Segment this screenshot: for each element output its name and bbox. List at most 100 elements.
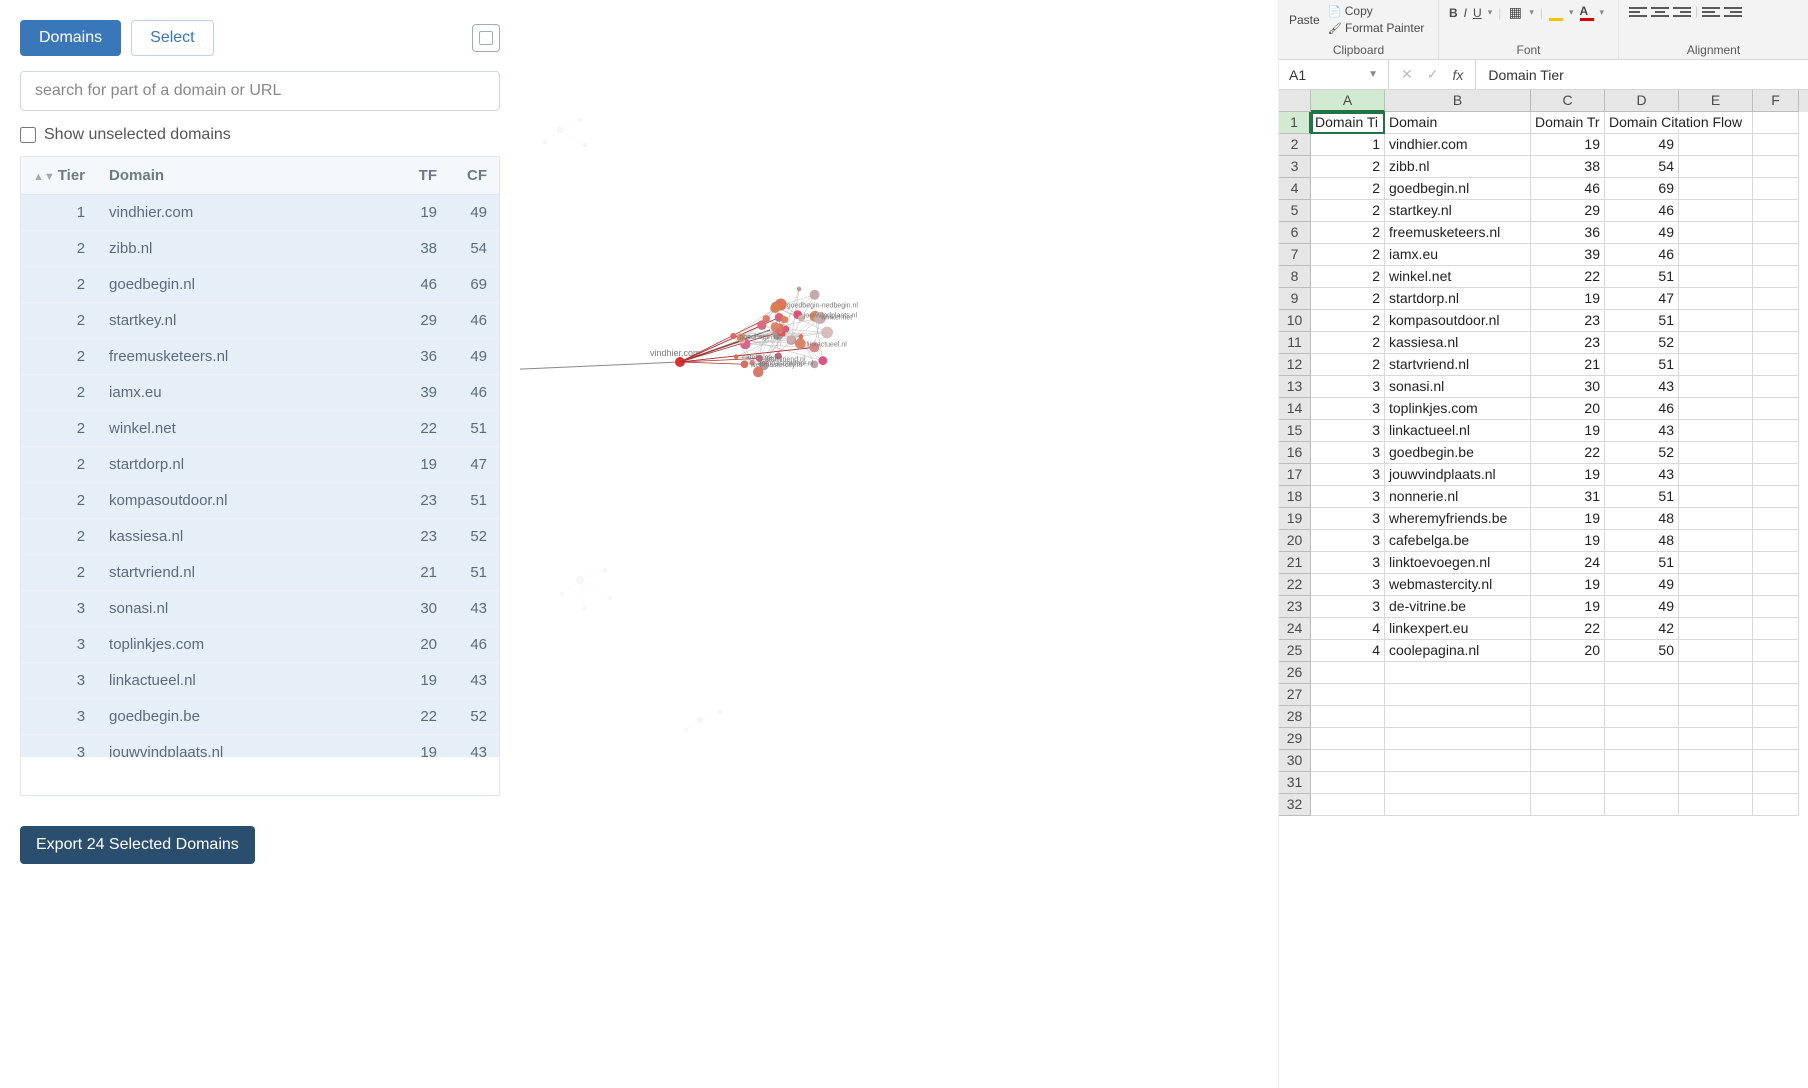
table-row[interactable]: 2startvriend.nl2151 — [21, 555, 499, 591]
format-painter-button[interactable]: 🖌 Format Painter — [1328, 21, 1425, 35]
increase-indent-button[interactable] — [1724, 4, 1742, 20]
paste-button[interactable]: Paste — [1289, 13, 1320, 27]
cell[interactable]: toplinkjes.com — [1385, 398, 1531, 420]
table-row[interactable]: 2goedbegin.nl4669 — [21, 267, 499, 303]
font-color-button[interactable]: A — [1580, 4, 1594, 21]
cell[interactable] — [1753, 728, 1799, 750]
copy-button[interactable]: 📄 Copy — [1328, 4, 1425, 18]
cell[interactable] — [1679, 750, 1753, 772]
cell[interactable]: 3 — [1311, 596, 1385, 618]
cell[interactable]: kassiesa.nl — [1385, 332, 1531, 354]
cell[interactable]: 19 — [1531, 508, 1605, 530]
cell[interactable] — [1679, 442, 1753, 464]
cell[interactable] — [1531, 684, 1605, 706]
cell[interactable] — [1679, 222, 1753, 244]
cell[interactable] — [1679, 200, 1753, 222]
cell[interactable] — [1531, 728, 1605, 750]
align-left-button[interactable] — [1629, 4, 1647, 20]
show-unselected-input[interactable] — [20, 127, 36, 143]
cell[interactable] — [1679, 618, 1753, 640]
cell[interactable] — [1311, 684, 1385, 706]
cell[interactable]: 49 — [1605, 222, 1679, 244]
cell[interactable]: 19 — [1531, 530, 1605, 552]
cell[interactable] — [1605, 706, 1679, 728]
cell[interactable]: 1 — [1311, 134, 1385, 156]
col-header[interactable]: F — [1753, 90, 1799, 112]
cell[interactable]: 29 — [1531, 200, 1605, 222]
cell[interactable]: 2 — [1311, 310, 1385, 332]
row-header[interactable]: 9 — [1279, 288, 1311, 310]
cell[interactable]: 21 — [1531, 354, 1605, 376]
table-row[interactable]: 2startkey.nl2946 — [21, 303, 499, 339]
show-unselected-checkbox[interactable]: Show unselected domains — [20, 126, 500, 144]
table-row[interactable]: 3sonasi.nl3043 — [21, 591, 499, 627]
align-center-button[interactable] — [1651, 4, 1669, 20]
table-row[interactable]: 3toplinkjes.com2046 — [21, 627, 499, 663]
row-header[interactable]: 6 — [1279, 222, 1311, 244]
cell[interactable]: linkactueel.nl — [1385, 420, 1531, 442]
cell[interactable] — [1753, 596, 1799, 618]
cell[interactable]: Domain — [1385, 112, 1531, 134]
cell[interactable] — [1679, 530, 1753, 552]
cell[interactable]: 31 — [1531, 486, 1605, 508]
cell[interactable]: 3 — [1311, 420, 1385, 442]
cell[interactable]: 51 — [1605, 552, 1679, 574]
cell[interactable]: freemusketeers.nl — [1385, 222, 1531, 244]
cell[interactable] — [1753, 310, 1799, 332]
cell[interactable] — [1753, 244, 1799, 266]
cell[interactable] — [1385, 772, 1531, 794]
cell[interactable] — [1753, 794, 1799, 816]
cell[interactable]: startkey.nl — [1385, 200, 1531, 222]
cell[interactable]: 22 — [1531, 442, 1605, 464]
align-right-button[interactable] — [1673, 4, 1691, 20]
table-row[interactable]: 2winkel.net2251 — [21, 411, 499, 447]
cell[interactable]: 2 — [1311, 200, 1385, 222]
cell[interactable] — [1311, 662, 1385, 684]
cell[interactable]: 2 — [1311, 288, 1385, 310]
cell[interactable] — [1679, 772, 1753, 794]
name-box[interactable]: A1▼ — [1279, 60, 1389, 89]
cell[interactable]: 43 — [1605, 464, 1679, 486]
cell[interactable] — [1753, 574, 1799, 596]
cell[interactable]: goedbegin.be — [1385, 442, 1531, 464]
cell[interactable]: 3 — [1311, 464, 1385, 486]
cell[interactable] — [1753, 442, 1799, 464]
cell[interactable]: goedbegin.nl — [1385, 178, 1531, 200]
col-header[interactable]: E — [1679, 90, 1753, 112]
bold-button[interactable]: B — [1449, 6, 1458, 20]
row-header[interactable]: 11 — [1279, 332, 1311, 354]
fx-icon[interactable]: fx — [1452, 67, 1463, 83]
cell[interactable] — [1679, 134, 1753, 156]
col-header[interactable]: D — [1605, 90, 1679, 112]
cell[interactable]: 43 — [1605, 376, 1679, 398]
cell[interactable] — [1605, 662, 1679, 684]
cell[interactable] — [1753, 684, 1799, 706]
row-header[interactable]: 31 — [1279, 772, 1311, 794]
row-header[interactable]: 25 — [1279, 640, 1311, 662]
cell[interactable] — [1679, 266, 1753, 288]
export-button[interactable]: Export 24 Selected Domains — [20, 826, 255, 864]
cell[interactable]: 19 — [1531, 288, 1605, 310]
row-header[interactable]: 29 — [1279, 728, 1311, 750]
cell[interactable] — [1679, 552, 1753, 574]
cell[interactable] — [1753, 420, 1799, 442]
cell[interactable] — [1679, 464, 1753, 486]
cell[interactable]: nonnerie.nl — [1385, 486, 1531, 508]
table-row[interactable]: 2kassiesa.nl2352 — [21, 519, 499, 555]
cell[interactable] — [1679, 706, 1753, 728]
cell[interactable]: 4 — [1311, 640, 1385, 662]
cell[interactable] — [1311, 794, 1385, 816]
cell[interactable] — [1605, 750, 1679, 772]
cell[interactable] — [1679, 310, 1753, 332]
table-row[interactable]: 2startdorp.nl1947 — [21, 447, 499, 483]
spreadsheet-grid[interactable]: ABCDEF 1Domain TiDomainDomain TrDomain C… — [1279, 90, 1808, 816]
cell[interactable]: 24 — [1531, 552, 1605, 574]
row-header[interactable]: 27 — [1279, 684, 1311, 706]
row-header[interactable]: 12 — [1279, 354, 1311, 376]
cell[interactable]: 48 — [1605, 508, 1679, 530]
row-header[interactable]: 7 — [1279, 244, 1311, 266]
cell[interactable]: 22 — [1531, 266, 1605, 288]
cell[interactable] — [1753, 134, 1799, 156]
cell[interactable] — [1753, 266, 1799, 288]
row-header[interactable]: 18 — [1279, 486, 1311, 508]
